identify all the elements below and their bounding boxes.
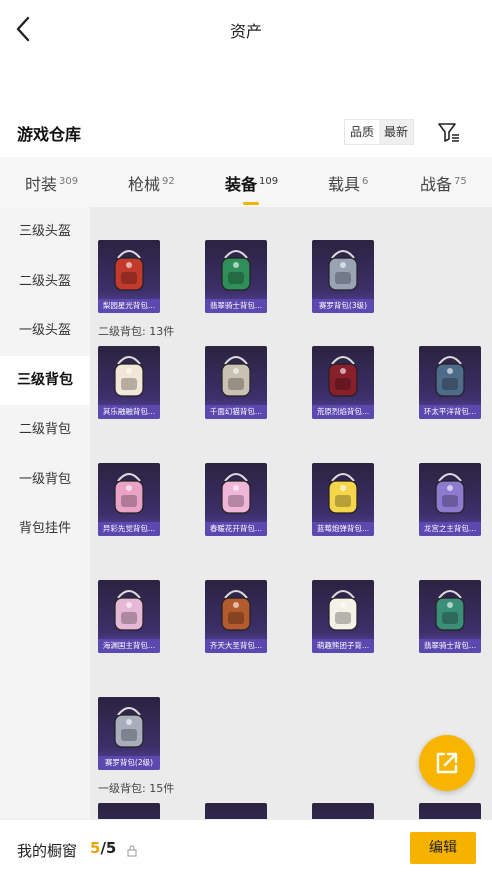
item-card[interactable]: 荒原烈焰背包... [312,346,374,419]
backpack-icon [213,467,259,517]
tab-fashion[interactable]: 时装 309 [25,171,78,195]
item-card[interactable]: 千面幻猫背包... [205,346,267,419]
tab-count: 75 [454,175,467,187]
item-card[interactable]: 梨园星光背包... [98,240,160,313]
share-button[interactable] [419,735,475,791]
item-name: 蓝莓炮弹背包... [312,522,374,536]
sidebar-item-backpack-pendant[interactable]: 背包挂件 [0,504,90,554]
item-name: 萌趣熊团子背... [312,639,374,653]
tab-label: 载具 [328,175,361,194]
backpack-icon [213,350,259,400]
showcase-count: 5/5 [90,839,116,857]
tab-count: 309 [59,175,79,187]
showcase-total: /5 [100,839,117,857]
backpack-icon [106,350,152,400]
tab-label: 装备 [225,175,258,194]
tab-supplies[interactable]: 战备 75 [420,171,467,195]
item-card[interactable]: 翡翠骑士背包... [205,240,267,313]
tab-equipment[interactable]: 装备 109 [225,171,279,205]
item-card[interactable] [419,803,481,819]
tab-guns[interactable]: 枪械 92 [128,171,175,195]
item-card[interactable]: 异彩先觉背包... [98,463,160,536]
active-tab-indicator [243,202,259,205]
backpack-icon [106,244,152,294]
tab-label: 枪械 [128,175,161,194]
tab-count: 109 [259,175,279,187]
backpack-icon [427,350,473,400]
backpack-icon [320,350,366,400]
filter-icon[interactable] [437,120,461,144]
item-card[interactable] [205,803,267,819]
tab-label: 战备 [420,175,453,194]
item-name: 翡翠骑士背包... [419,639,481,653]
backpack-icon [427,584,473,634]
showcase-bar: 我的橱窗 5/5 编辑 [0,819,492,877]
group-title-lvl2: 二级背包: 13件 [98,325,175,338]
tab-count: 6 [362,175,369,187]
sidebar-item-backpack-lv3[interactable]: 三级背包 [0,355,90,405]
item-card[interactable]: 赛罗背包(2级) [98,697,160,770]
backpack-icon [106,584,152,634]
tab-label: 时装 [25,175,58,194]
top-bar: 资产 [0,0,492,58]
backpack-icon [106,701,152,751]
item-card[interactable]: 萌趣熊团子背... [312,580,374,653]
edit-button[interactable]: 编辑 [410,832,476,864]
sidebar-item-backpack-lv2[interactable]: 二级背包 [0,405,90,455]
backpack-icon [213,244,259,294]
backpack-icon [320,584,366,634]
item-card[interactable]: 环太平洋背包... [419,346,481,419]
item-name: 梨园星光背包... [98,299,160,313]
showcase-current: 5 [90,839,101,857]
item-card[interactable]: 其乐融融背包... [98,346,160,419]
item-card[interactable]: 春暖花开背包... [205,463,267,536]
item-card[interactable]: 翡翠骑士背包... [419,580,481,653]
sidebar-item-backpack-lv1[interactable]: 一级背包 [0,455,90,505]
item-card[interactable] [312,803,374,819]
group-title-lvl1: 一级背包: 15件 [98,782,175,795]
backpack-icon [106,467,152,517]
category-tabs: 时装 309 枪械 92 装备 109 载具 6 战备 75 [0,157,492,207]
item-grid: 梨园星光背包... 翡翠骑士背包... 赛罗背包(3级) 二级背包: 13件 其… [90,207,492,819]
item-name: 其乐融融背包... [98,405,160,419]
item-name: 荒原烈焰背包... [312,405,374,419]
sort-quality-option[interactable]: 品质 [345,120,379,144]
tab-count: 92 [162,175,175,187]
backpack-icon [427,467,473,517]
item-card[interactable]: 蓝莓炮弹背包... [312,463,374,536]
item-card[interactable]: 海渊国主背包... [98,580,160,653]
item-name: 龙宫之主背包... [419,522,481,536]
warehouse-title: 游戏仓库 [17,125,82,144]
item-name: 海渊国主背包... [98,639,160,653]
subcategory-sidebar: 三级头盔 二级头盔 一级头盔 三级背包 二级背包 一级背包 背包挂件 [0,207,90,819]
sidebar-item-helmet-lv3[interactable]: 三级头盔 [0,207,90,257]
page-title: 资产 [229,22,262,41]
showcase-label: 我的橱窗 [17,842,78,860]
item-name: 环太平洋背包... [419,405,481,419]
item-card[interactable] [98,803,160,819]
item-name: 异彩先觉背包... [98,522,160,536]
item-name: 春暖花开背包... [205,522,267,536]
item-name: 赛罗背包(2级) [98,756,160,770]
item-name: 千面幻猫背包... [205,405,267,419]
item-card[interactable]: 龙宫之主背包... [419,463,481,536]
external-link-icon [436,752,458,774]
item-name: 赛罗背包(3级) [312,299,374,313]
item-name: 翡翠骑士背包... [205,299,267,313]
item-card[interactable]: 赛罗背包(3级) [312,240,374,313]
sort-toggle: 品质 最新 [344,119,415,145]
backpack-icon [320,467,366,517]
backpack-icon [213,584,259,634]
item-name: 齐天大圣背包... [205,639,267,653]
lock-icon [127,842,137,857]
sort-latest-option[interactable]: 最新 [379,120,414,144]
sidebar-item-helmet-lv2[interactable]: 二级头盔 [0,257,90,307]
backpack-icon [320,244,366,294]
sidebar-item-helmet-lv1[interactable]: 一级头盔 [0,306,90,356]
item-card[interactable]: 齐天大圣背包... [205,580,267,653]
tab-vehicles[interactable]: 载具 6 [328,171,368,195]
